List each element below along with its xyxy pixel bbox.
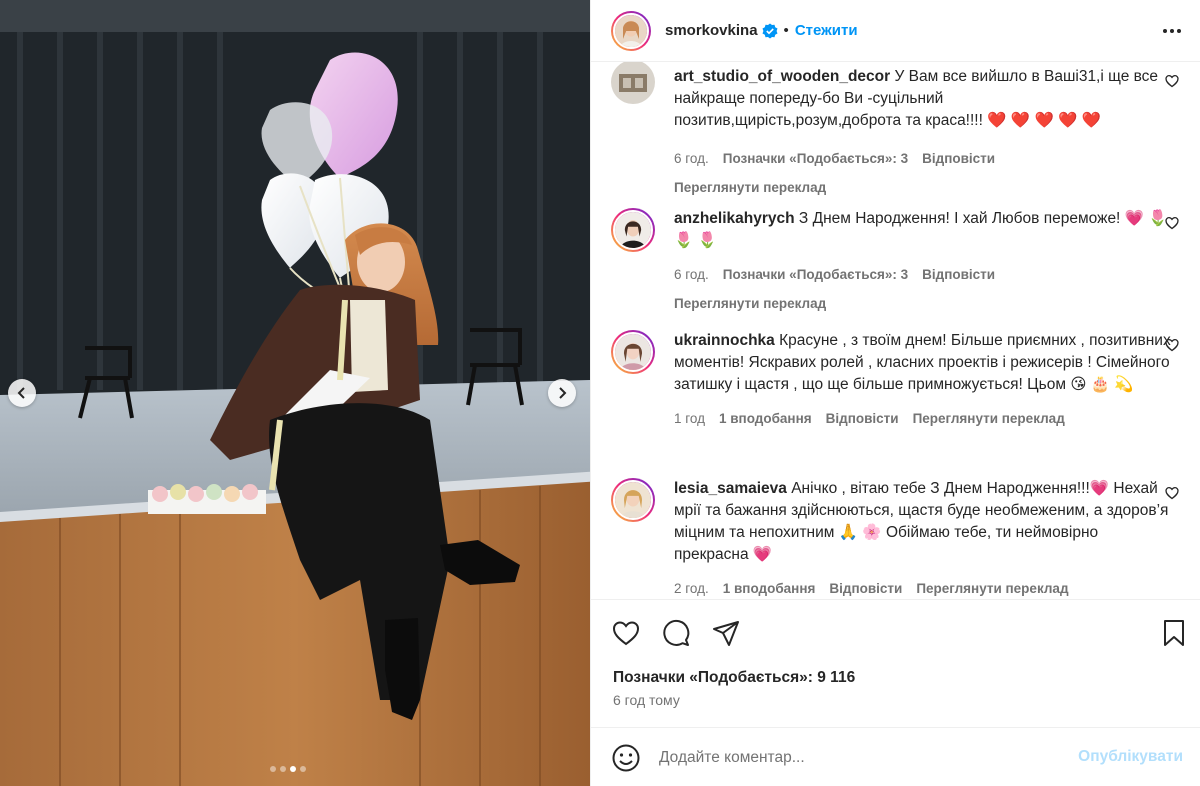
post-media[interactable]: [0, 0, 590, 786]
comment-time[interactable]: 1 год: [674, 408, 705, 430]
comment-time[interactable]: 2 год.: [674, 578, 709, 599]
follow-button[interactable]: Стежити: [795, 22, 858, 39]
comment-username[interactable]: anzhelikahyrych: [674, 210, 795, 227]
comment-like-icon[interactable]: [1165, 486, 1179, 500]
comment-emoji: ❤️ ❤️ ❤️ ❤️ ❤️: [987, 112, 1101, 129]
emoji-icon[interactable]: [611, 743, 641, 773]
post-header: smorkovkina • Стежити: [591, 0, 1200, 62]
author-avatar[interactable]: [611, 10, 651, 51]
comment-emoji: 💗: [1089, 480, 1110, 497]
comment-like-icon[interactable]: [1165, 216, 1179, 230]
post-panel: smorkovkina • Стежити art_studio_of_wood…: [590, 0, 1200, 786]
reply-button[interactable]: Відповісти: [829, 578, 902, 599]
comment-likes[interactable]: Позначки «Подобається»: 3: [723, 264, 908, 286]
next-icon: [559, 387, 567, 399]
comment-time[interactable]: 6 год.: [674, 264, 709, 286]
comment-avatar[interactable]: [611, 478, 655, 522]
post-actions: [591, 599, 1200, 665]
comment-likes[interactable]: 1 вподобання: [719, 408, 812, 430]
verified-icon: [762, 23, 778, 38]
translate-link[interactable]: Переглянути переклад: [916, 578, 1068, 599]
comment-avatar[interactable]: [611, 330, 655, 374]
author-username[interactable]: smorkovkina: [665, 22, 758, 39]
comment-text: З Днем Народження! І хай Любов переможе!: [798, 210, 1121, 227]
comment-time[interactable]: 6 год.: [674, 148, 709, 170]
share-icon[interactable]: [711, 618, 741, 648]
carousel-indicator: [270, 766, 306, 772]
save-icon[interactable]: [1159, 618, 1189, 648]
more-icon[interactable]: [1161, 20, 1183, 42]
reply-button[interactable]: Відповісти: [826, 408, 899, 430]
carousel-prev-button[interactable]: [8, 379, 36, 407]
comment-icon[interactable]: [661, 618, 691, 648]
comment-emoji: 💗: [752, 546, 773, 563]
comment-composer: Опублікувати: [591, 727, 1200, 786]
carousel-dot-active: [290, 766, 296, 772]
post-time[interactable]: 6 год тому: [613, 692, 680, 708]
translate-link[interactable]: Переглянути переклад: [674, 177, 1174, 199]
post-photo: [0, 0, 590, 786]
comment-emoji: 🙏 🌸: [838, 524, 882, 541]
carousel-dot: [280, 766, 286, 772]
header-separator: •: [783, 22, 789, 39]
publish-button[interactable]: Опублікувати: [1078, 748, 1183, 766]
comment-avatar[interactable]: [611, 208, 655, 252]
comment-username[interactable]: art_studio_of_wooden_decor: [674, 68, 890, 85]
prev-icon: [17, 387, 25, 399]
like-icon[interactable]: [611, 618, 641, 648]
translate-link[interactable]: Переглянути переклад: [913, 408, 1065, 430]
comment-like-icon[interactable]: [1165, 338, 1179, 352]
comment-username[interactable]: lesia_samaieva: [674, 480, 787, 497]
comment-likes[interactable]: 1 вподобання: [723, 578, 816, 599]
likes-count[interactable]: Позначки «Подобається»: 9 116: [613, 669, 855, 687]
carousel-dot: [300, 766, 306, 772]
comment-like-icon[interactable]: [1165, 74, 1179, 88]
comment-likes[interactable]: Позначки «Подобається»: 3: [723, 148, 908, 170]
comment-emoji: 😘 🎂 💫: [1070, 376, 1134, 393]
carousel-dot: [270, 766, 276, 772]
comment-avatar[interactable]: [611, 62, 655, 104]
reply-button[interactable]: Відповісти: [922, 264, 995, 286]
comments-list[interactable]: art_studio_of_wooden_decor У Вам все вий…: [591, 62, 1200, 599]
comment-text: Анічко , вітаю тебе З Днем Народження!!!: [791, 480, 1090, 497]
reply-button[interactable]: Відповісти: [922, 148, 995, 170]
comment-input[interactable]: [659, 746, 1049, 770]
translate-link[interactable]: Переглянути переклад: [674, 293, 1174, 315]
carousel-next-button[interactable]: [548, 379, 576, 407]
comment-username[interactable]: ukrainnochka: [674, 332, 775, 349]
